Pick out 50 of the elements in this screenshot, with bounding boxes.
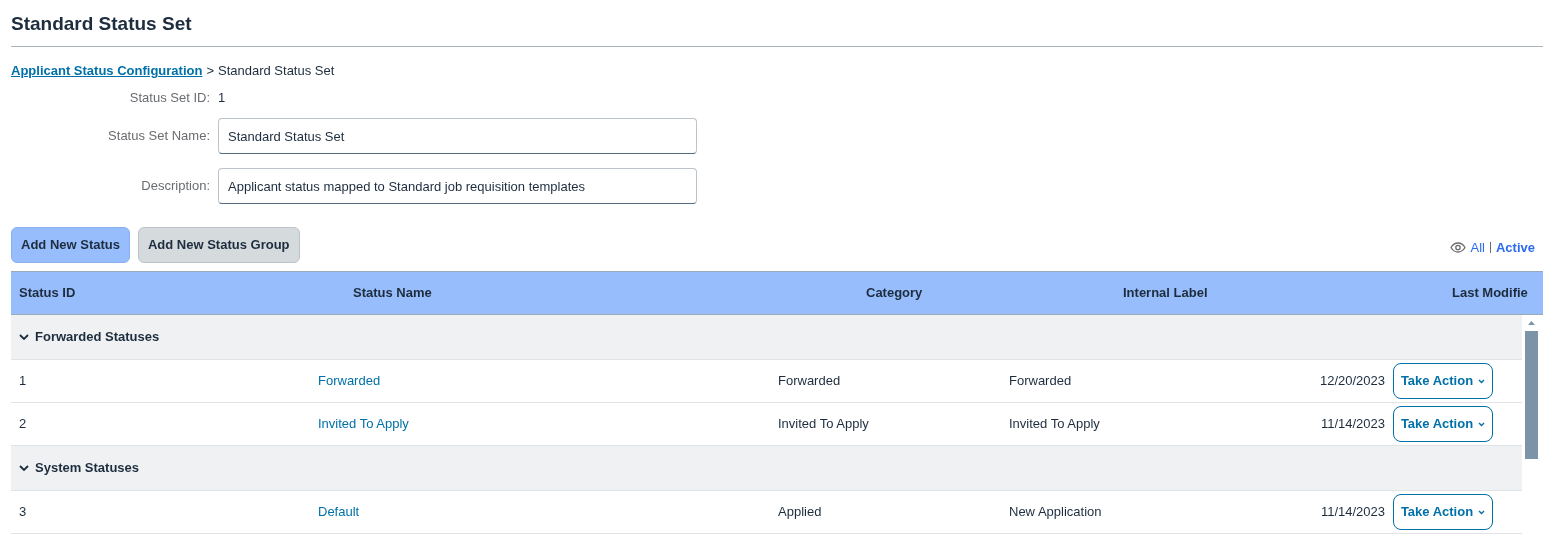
input-field[interactable]: Standard Status Set [218,118,697,154]
caret-icon [1478,378,1486,384]
table-cell-text: Invited To Apply [1009,415,1100,434]
table-cell: 3 [19,504,27,520]
table-cell-text: 11/14/2023 [1320,415,1385,434]
input-field[interactable]: Applicant status mapped to Standard job requisition templates [218,168,697,204]
table-cell-text: 11/14/2023 [1320,503,1385,522]
table-cell-text: Forwarded [1009,372,1072,391]
scroll-up-icon[interactable] [1527,321,1535,325]
add-button[interactable]: Add New Status Group [137,227,300,263]
eye-icon [1449,241,1466,253]
filter-link[interactable]: All [1470,237,1485,257]
column-header: Category [866,285,923,301]
take-action-button[interactable]: Take Action [1393,363,1493,399]
table-cell: Invited To Apply [778,416,869,432]
table-cell: Forwarded [778,373,841,389]
table-cell: Applied [778,504,822,520]
field-label: Status Set ID: [128,89,210,108]
field-value: 1 [218,89,226,108]
breadcrumb-current: Standard Status Set [218,62,335,81]
column-header: Status ID [19,285,76,301]
table-cell-text: New Application [1009,503,1102,522]
group-title: System Statuses [35,459,140,478]
take-action-button[interactable]: Take Action [1393,494,1493,530]
status-link[interactable]: Default [318,504,360,520]
page-title: Standard Status Set [11,12,193,36]
chevron-icon[interactable] [19,334,29,340]
filter-link[interactable]: Active [1495,237,1535,257]
group-row[interactable]: System Statuses [11,446,1522,491]
table-cell: 2 [19,416,27,432]
status-link[interactable]: Forwarded [318,373,381,389]
take-action-button[interactable]: Take Action [1393,406,1493,442]
group-row[interactable]: Forwarded Statuses [11,315,1522,360]
field-label: Description: [140,177,210,196]
column-header: Last Modifie [1452,285,1528,301]
breadcrumb-separator: > [206,62,214,81]
breadcrumb-link[interactable]: Applicant Status Configuration [11,61,203,81]
caret-icon [1478,509,1486,515]
status-link[interactable]: Invited To Apply [318,416,409,432]
column-header: Internal Label [1123,285,1208,301]
table-cell-text: 12/20/2023 [1319,372,1385,391]
add-button[interactable]: Add New Status [11,227,130,263]
divider-bar [1489,241,1491,253]
caret-icon [1478,421,1486,427]
column-header: Status Name [353,285,432,301]
chevron-icon[interactable] [19,465,29,471]
table-cell: 1 [19,373,27,389]
group-title: Forwarded Statuses [35,328,160,347]
field-label: Status Set Name: [107,127,210,146]
scrollbar-thumb[interactable] [1524,331,1538,459]
